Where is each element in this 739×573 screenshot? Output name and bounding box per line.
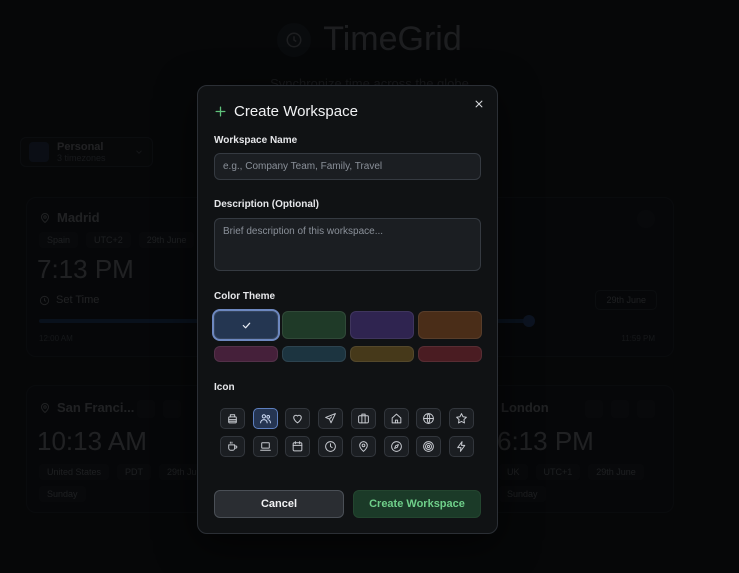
icon-option[interactable] <box>350 408 376 429</box>
icon-option[interactable] <box>383 436 409 457</box>
workspace-name-input[interactable] <box>214 153 481 180</box>
modal-title: Create Workspace <box>214 103 358 120</box>
icon-option[interactable] <box>252 408 278 429</box>
coffee-icon <box>228 441 238 451</box>
heart-icon <box>293 414 303 424</box>
icon-option[interactable] <box>383 408 409 429</box>
icon-label: Icon <box>214 382 235 393</box>
icon-option[interactable] <box>448 408 474 429</box>
clock-icon <box>325 441 336 452</box>
description-textarea[interactable] <box>214 218 481 271</box>
icon-option[interactable] <box>416 408 442 429</box>
icon-option[interactable] <box>416 436 442 457</box>
icon-option[interactable] <box>285 408 311 429</box>
color-swatch[interactable] <box>282 346 346 362</box>
icon-option[interactable] <box>220 436 245 457</box>
color-swatch[interactable] <box>214 346 278 362</box>
cancel-button[interactable]: Cancel <box>214 490 344 518</box>
calendar-icon <box>293 441 303 452</box>
compass-icon <box>390 441 402 452</box>
close-button[interactable] <box>472 97 486 111</box>
workspace-name-label: Workspace Name <box>214 135 298 146</box>
icon-option[interactable] <box>318 436 344 457</box>
icon-option[interactable] <box>220 408 245 429</box>
color-swatch[interactable] <box>214 311 278 339</box>
briefcase-stack-icon <box>228 414 237 424</box>
icon-option[interactable] <box>350 436 376 457</box>
icon-option[interactable] <box>318 408 344 429</box>
check-icon <box>242 322 250 328</box>
color-swatch[interactable] <box>418 311 482 339</box>
icon-option[interactable] <box>448 436 474 457</box>
color-swatch[interactable] <box>418 346 482 362</box>
color-swatch[interactable] <box>282 311 346 339</box>
users-icon <box>259 414 271 424</box>
description-label: Description (Optional) <box>214 199 319 210</box>
zap-icon <box>457 441 466 452</box>
create-workspace-button[interactable]: Create Workspace <box>353 490 481 518</box>
close-icon <box>475 100 483 108</box>
map-pin-icon <box>359 441 368 452</box>
laptop-icon <box>259 442 271 451</box>
color-swatch[interactable] <box>350 346 414 362</box>
icon-option[interactable] <box>252 436 278 457</box>
plane-icon <box>325 413 336 424</box>
create-workspace-modal: Create Workspace Workspace Name Descript… <box>197 85 498 534</box>
plus-icon <box>214 105 227 118</box>
color-theme-label: Color Theme <box>214 291 276 302</box>
color-swatch[interactable] <box>350 311 414 339</box>
suitcase-icon <box>357 413 369 424</box>
globe-icon <box>423 413 435 424</box>
target-icon <box>423 441 435 452</box>
home-icon <box>391 413 401 424</box>
icon-option[interactable] <box>285 436 311 457</box>
star-icon <box>456 413 467 424</box>
